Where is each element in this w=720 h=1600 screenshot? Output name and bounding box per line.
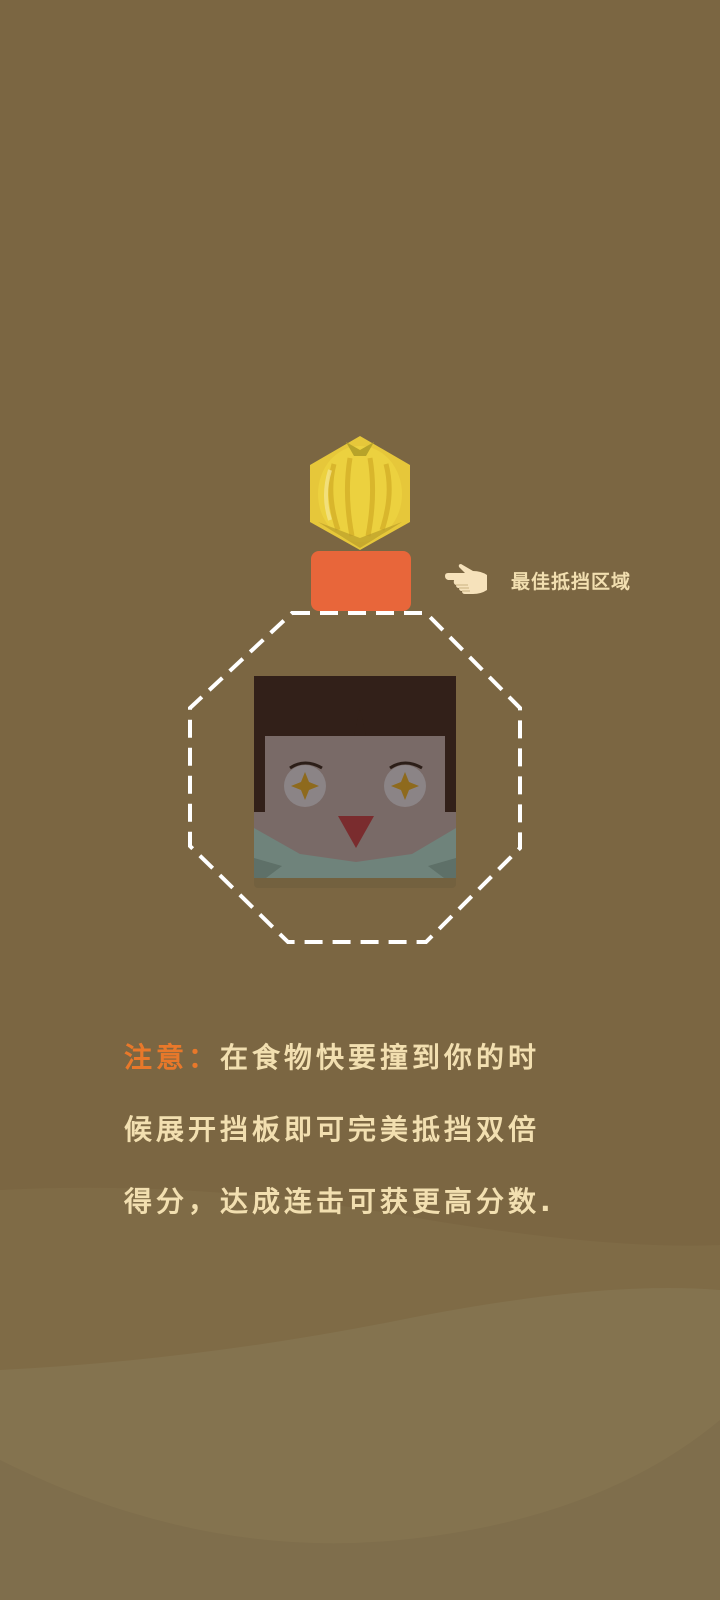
pointing-hand-icon	[445, 564, 487, 594]
food-item	[310, 436, 410, 550]
tip-text-1: 在食物快要撞到你的时	[220, 1041, 541, 1074]
tip-label: 注意：	[124, 1041, 221, 1074]
player-character	[254, 676, 456, 888]
game-scene	[188, 436, 522, 944]
tip-line-1: 注意：在食物快要撞到你的时	[124, 1022, 624, 1094]
tip-line-2: 候展开挡板即可完美抵挡双倍	[124, 1113, 541, 1146]
tip-line-3: 得分，达成连击可获更高分数.	[124, 1185, 555, 1218]
hint-label: 最佳抵挡区域	[511, 570, 632, 593]
best-block-zone-hint: 最佳抵挡区域	[443, 560, 631, 600]
tip-text-block: 注意：在食物快要撞到你的时 候展开挡板即可完美抵挡双倍 得分，达成连击可获更高分…	[124, 1022, 624, 1238]
shield-paddle	[311, 551, 411, 611]
